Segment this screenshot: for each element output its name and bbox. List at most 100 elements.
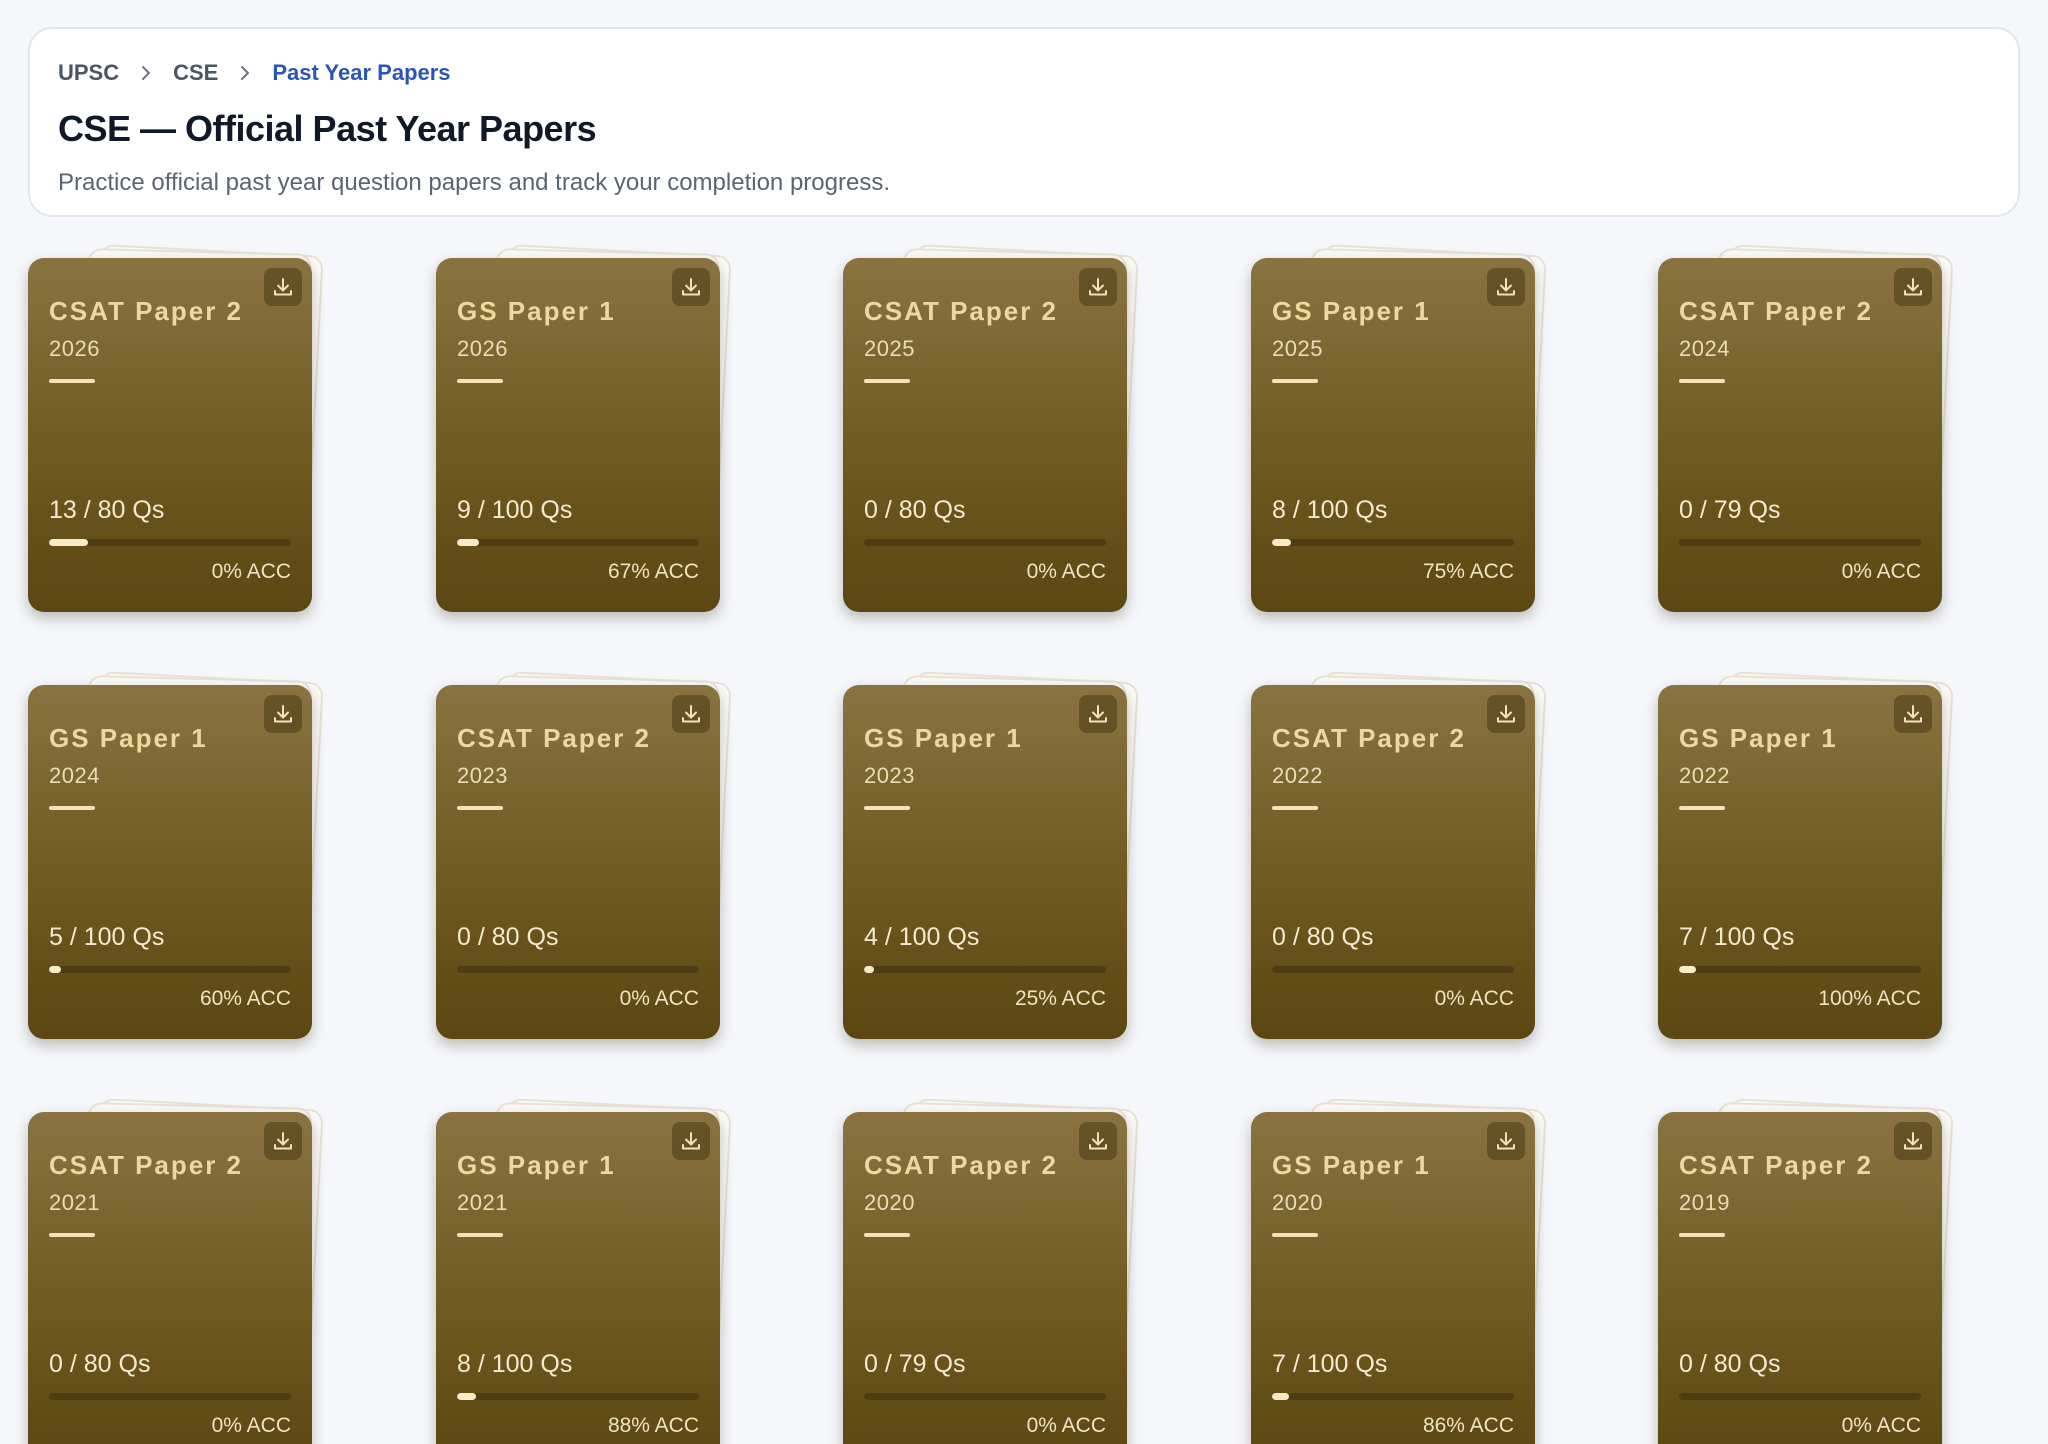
download-icon (1904, 278, 1922, 296)
title-underline (1272, 1233, 1318, 1237)
progress-bar-fill (864, 966, 874, 973)
download-button[interactable] (1487, 695, 1525, 733)
download-icon (682, 705, 700, 723)
download-button[interactable] (672, 268, 710, 306)
paper-title: GS Paper 1 (1272, 296, 1431, 326)
page-title: CSE — Official Past Year Papers (58, 108, 597, 149)
paper-card[interactable]: GS Paper 1 2024 5 / 100 Qs 60% ACC (28, 685, 312, 1039)
paper-card[interactable]: CSAT Paper 2 2022 0 / 80 Qs 0% ACC (1251, 685, 1535, 1039)
progress-bar (49, 539, 291, 546)
download-button[interactable] (264, 268, 302, 306)
paper-card[interactable]: GS Paper 1 2020 7 / 100 Qs 86% ACC (1251, 1112, 1535, 1444)
title-underline (864, 379, 910, 383)
download-button[interactable] (1079, 1122, 1117, 1160)
paper-year: 2020 (864, 1190, 915, 1215)
breadcrumb-item-past-year-papers[interactable]: Past Year Papers (272, 60, 450, 86)
paper-card[interactable]: CSAT Paper 2 2024 0 / 79 Qs 0% ACC (1658, 258, 1942, 612)
progress-bar (864, 966, 1106, 973)
chevron-right-icon (241, 66, 250, 80)
download-icon (1497, 278, 1515, 296)
download-button[interactable] (264, 695, 302, 733)
download-icon (274, 278, 292, 296)
download-button[interactable] (1079, 268, 1117, 306)
progress-bar (457, 966, 699, 973)
download-icon (274, 1132, 292, 1150)
paper-card[interactable]: GS Paper 1 2022 7 / 100 Qs 100% ACC (1658, 685, 1942, 1039)
progress-bar-fill (457, 1393, 477, 1400)
paper-card[interactable]: GS Paper 1 2026 9 / 100 Qs 67% ACC (436, 258, 720, 612)
download-button[interactable] (1894, 268, 1932, 306)
progress-bar-fill (1679, 966, 1696, 973)
download-icon (1497, 705, 1515, 723)
paper-title: CSAT Paper 2 (1679, 296, 1874, 326)
download-button[interactable] (672, 1122, 710, 1160)
progress-bar-fill (49, 966, 62, 973)
title-underline (864, 1233, 910, 1237)
paper-title: GS Paper 1 (457, 1150, 616, 1180)
paper-year: 2021 (457, 1190, 508, 1215)
progress-bar (1679, 966, 1921, 973)
title-underline (49, 1233, 95, 1237)
accuracy-label: 60% ACC (199, 987, 291, 1010)
download-button[interactable] (1079, 695, 1117, 733)
breadcrumb: UPSC CSE Past Year Papers (58, 59, 1990, 87)
paper-title: CSAT Paper 2 (864, 296, 1059, 326)
questions-progress-text: 7 / 100 Qs (1272, 1350, 1388, 1378)
paper-year: 2022 (1679, 763, 1730, 788)
accuracy-label: 0% ACC (1841, 560, 1921, 583)
paper-card[interactable]: CSAT Paper 2 2025 0 / 80 Qs 0% ACC (843, 258, 1127, 612)
page-header: UPSC CSE Past Year Papers CSE — Official… (28, 27, 2020, 217)
questions-progress-text: 9 / 100 Qs (457, 496, 573, 524)
paper-card[interactable]: CSAT Paper 2 2026 13 / 80 Qs 0% ACC (28, 258, 312, 612)
paper-card-stack: GS Paper 1 2024 5 / 100 Qs 60% ACC (28, 671, 328, 1047)
accuracy-label: 67% ACC (607, 560, 699, 583)
paper-card-stack: CSAT Paper 2 2022 0 / 80 Qs 0% ACC (1251, 671, 1551, 1047)
paper-card[interactable]: GS Paper 1 2025 8 / 100 Qs 75% ACC (1251, 258, 1535, 612)
title-underline (864, 806, 910, 810)
paper-title: GS Paper 1 (1679, 723, 1838, 753)
title-underline (49, 379, 95, 383)
paper-card-stack: GS Paper 1 2023 4 / 100 Qs 25% ACC (843, 671, 1143, 1047)
title-underline (49, 806, 95, 810)
paper-title: CSAT Paper 2 (864, 1150, 1059, 1180)
paper-card[interactable]: CSAT Paper 2 2021 0 / 80 Qs 0% ACC (28, 1112, 312, 1444)
download-button[interactable] (1894, 1122, 1932, 1160)
accuracy-label: 88% ACC (607, 1414, 699, 1437)
paper-card[interactable]: CSAT Paper 2 2020 0 / 79 Qs 0% ACC (843, 1112, 1127, 1444)
paper-card-stack: CSAT Paper 2 2023 0 / 80 Qs 0% ACC (436, 671, 736, 1047)
accuracy-label: 75% ACC (1422, 560, 1514, 583)
paper-year: 2023 (457, 763, 508, 788)
title-underline (1679, 806, 1725, 810)
page-subtitle: Practice official past year question pap… (58, 169, 890, 196)
paper-year: 2026 (457, 336, 508, 361)
download-button[interactable] (1894, 695, 1932, 733)
paper-card-stack: CSAT Paper 2 2019 0 / 80 Qs 0% ACC (1658, 1098, 1958, 1444)
download-icon (274, 705, 292, 723)
accuracy-label: 100% ACC (1818, 987, 1921, 1010)
download-button[interactable] (264, 1122, 302, 1160)
paper-year: 2021 (49, 1190, 100, 1215)
progress-bar (1272, 539, 1514, 546)
page: UPSC CSE Past Year Papers CSE — Official… (0, 0, 2048, 1444)
paper-card[interactable]: CSAT Paper 2 2019 0 / 80 Qs 0% ACC (1658, 1112, 1942, 1444)
accuracy-label: 25% ACC (1014, 987, 1106, 1010)
paper-title: GS Paper 1 (1272, 1150, 1431, 1180)
title-underline (1272, 379, 1318, 383)
paper-card[interactable]: CSAT Paper 2 2023 0 / 80 Qs 0% ACC (436, 685, 720, 1039)
paper-card-stack: CSAT Paper 2 2024 0 / 79 Qs 0% ACC (1658, 244, 1958, 620)
paper-year: 2019 (1679, 1190, 1730, 1215)
paper-card-stack: GS Paper 1 2026 9 / 100 Qs 67% ACC (436, 244, 736, 620)
breadcrumb-item-cse[interactable]: CSE (173, 60, 218, 86)
download-button[interactable] (1487, 1122, 1525, 1160)
breadcrumb-item-upsc[interactable]: UPSC (58, 60, 119, 86)
paper-card[interactable]: GS Paper 1 2021 8 / 100 Qs 88% ACC (436, 1112, 720, 1444)
paper-year: 2025 (1272, 336, 1323, 361)
questions-progress-text: 0 / 80 Qs (864, 496, 966, 524)
paper-card[interactable]: GS Paper 1 2023 4 / 100 Qs 25% ACC (843, 685, 1127, 1039)
download-button[interactable] (672, 695, 710, 733)
download-icon (682, 278, 700, 296)
title-underline (1679, 379, 1725, 383)
download-button[interactable] (1487, 268, 1525, 306)
title-underline (457, 806, 503, 810)
progress-bar (864, 1393, 1106, 1400)
